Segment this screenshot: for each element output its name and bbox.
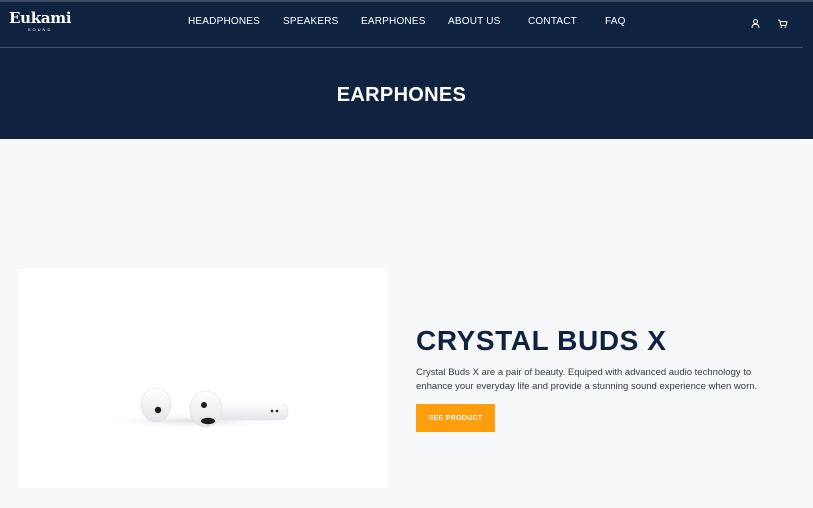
user-icon[interactable] (750, 16, 761, 29)
nav-earphones[interactable]: EARPHONES (361, 16, 426, 27)
see-product-button[interactable]: SEE PRODUCT (416, 404, 495, 432)
hero-header: Eukami SOUND HEADPHONES SPEAKERS EARPHON… (0, 0, 813, 139)
product-image (18, 269, 388, 488)
top-border (0, 0, 813, 2)
nav-contact[interactable]: CONTACT (528, 16, 577, 27)
page-title: EARPHONES (336, 84, 467, 106)
header-divider (0, 47, 803, 48)
main-nav: HEADPHONES SPEAKERS EARPHONES ABOUT US C… (0, 16, 813, 30)
product-name: CRYSTAL BUDS X (416, 325, 667, 356)
earbuds-illustration (98, 387, 289, 429)
cart-icon[interactable] (777, 16, 788, 28)
nav-about-us[interactable]: ABOUT US (448, 16, 501, 27)
nav-speakers[interactable]: SPEAKERS (283, 16, 339, 27)
nav-faq[interactable]: FAQ (605, 16, 626, 27)
nav-headphones[interactable]: HEADPHONES (188, 16, 260, 27)
product-description: Crystal Buds X are a pair of beauty. Equ… (416, 367, 758, 392)
